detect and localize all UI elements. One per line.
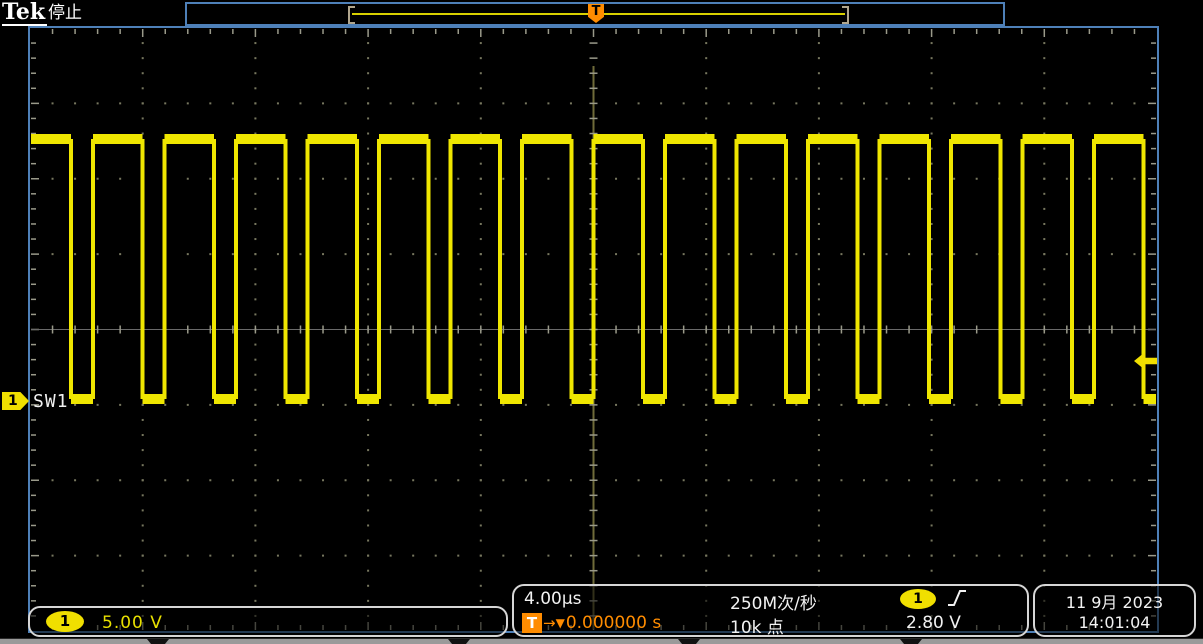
graticule [28,26,1159,633]
channel1-waveform-label: SW1 [33,391,69,412]
bezel-notch-icon [900,639,922,644]
record-overview-bar: T [185,2,1005,26]
window-left-bracket-icon [348,6,355,24]
bezel-notch-icon [448,639,470,644]
bezel-notch-icon [147,639,169,644]
date-label: 11 9月 2023 [1035,589,1194,613]
channel1-badge: 1 [46,611,84,632]
sample-rate: 250M次/秒 [730,589,817,614]
trigger-level-value: 2.80 V [906,613,961,633]
channel1-readout: 1 5.00 V [28,606,508,637]
trigger-position-marker-icon: T [588,4,604,23]
horizontal-delay-value: 0.000000 s [566,613,661,633]
trigger-t-badge-icon: T [522,613,542,633]
bottom-bezel [0,638,1203,644]
trigger-delay-row: T → ▼ 0.000000 s [522,612,661,634]
acquisition-status: 停止 [48,3,82,23]
waveform-plot [30,28,1157,631]
record-length: 10k 点 [730,613,784,638]
datetime-readout: 11 9月 2023 14:01:04 [1033,584,1196,637]
bezel-notch-icon [678,639,700,644]
trigger-source-badge: 1 [900,589,936,609]
timebase-scale: 4.00μs [524,589,582,609]
channel1-scale: 5.00 V [102,613,163,633]
rising-slope-icon [946,588,968,608]
time-label: 14:01:04 [1035,613,1194,632]
channel1-ground-marker-icon: 1 [2,392,29,410]
delay-marker-icon: ▼ [556,616,565,630]
window-right-bracket-icon [842,6,849,24]
delay-arrow-icon: → [543,614,556,632]
tek-logo: Tek [2,0,47,26]
horizontal-trigger-readout: 4.00μs T → ▼ 0.000000 s 250M次/秒 10k 点 1 … [512,584,1029,637]
oscilloscope-screen: Tek 停止 T T 1 SW1 1 5.00 V 4.00μs T → ▼ 0… [0,0,1203,644]
